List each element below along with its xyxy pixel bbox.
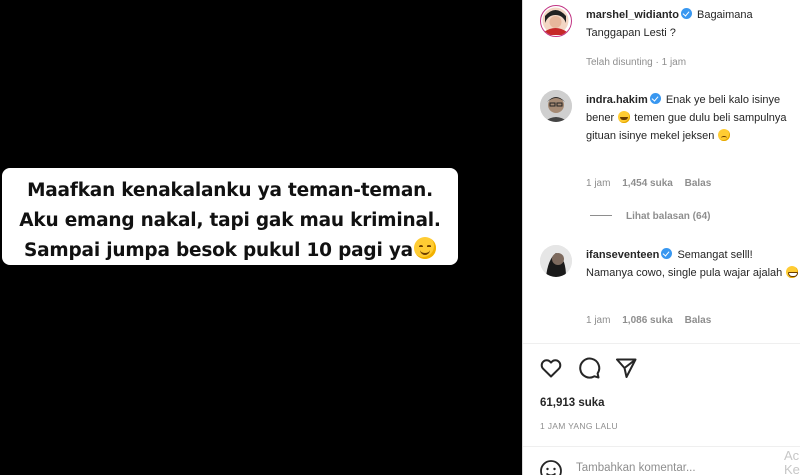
- comment-input[interactable]: Tambahkan komentar...: [576, 462, 696, 474]
- grinning-emoji-icon: [786, 266, 799, 278]
- smiley-icon[interactable]: [539, 459, 563, 475]
- comment-username[interactable]: indra.hakim: [586, 94, 648, 106]
- commenter-avatar-icon: [540, 245, 572, 277]
- comment-meta: 1 jam 1,454 suka Balas: [586, 178, 720, 189]
- comment-text-part-2: temen gue dulu beli sampulnya gituan isi…: [586, 112, 787, 142]
- activation-overlay-text: Ac Ke: [784, 449, 800, 475]
- caption-line-2: Aku emang nakal, tapi gak mau kriminal.: [19, 210, 441, 231]
- share-icon[interactable]: [614, 356, 638, 380]
- panel-divider: [522, 0, 523, 475]
- verified-badge-icon: [661, 248, 673, 259]
- comment-time: 1 jam: [586, 315, 611, 326]
- post-media: Maafkan kenakalanku ya teman-teman. Aku …: [0, 0, 522, 475]
- reply-button[interactable]: Balas: [685, 315, 712, 326]
- author-avatar-icon: [542, 7, 569, 35]
- comment-time: 1 jam: [586, 178, 611, 189]
- caption-line-1: Maafkan kenakalanku ya teman-teman.: [27, 180, 433, 201]
- overlay-line-2: Ke: [784, 462, 800, 475]
- reply-button[interactable]: Balas: [685, 178, 712, 189]
- comment-item: indra.hakim Enak ye beli kalo isinye ben…: [540, 90, 800, 200]
- comment-meta: 1 jam 1,086 suka Balas: [586, 315, 720, 326]
- post-author-username[interactable]: marshel_widianto: [586, 9, 679, 21]
- actions-divider: [523, 343, 800, 344]
- avatar[interactable]: [540, 90, 572, 122]
- smiling-face-emoji-icon: [413, 237, 436, 259]
- avatar[interactable]: [540, 5, 572, 37]
- likes-count[interactable]: 61,913 suka: [540, 397, 605, 409]
- verified-badge-icon: [649, 93, 661, 104]
- commenter-avatar-icon: [540, 90, 572, 122]
- post-time-ago: 1 JAM YANG LALU: [540, 421, 618, 431]
- comment-item: ifanseventeen Semangat selll! Namanya co…: [540, 245, 800, 335]
- view-replies-button[interactable]: Lihat balasan (64): [590, 211, 710, 222]
- edited-label: Telah disunting · 1 jam: [586, 57, 687, 68]
- avatar[interactable]: [540, 245, 572, 277]
- caption-line-3: Sampai jumpa besok pukul 10 pagi ya: [2, 236, 458, 266]
- laughing-emoji-icon: [618, 111, 631, 123]
- comment-likes[interactable]: 1,086 suka: [622, 315, 673, 326]
- heart-icon[interactable]: [539, 356, 563, 380]
- view-replies-label: Lihat balasan (64): [626, 211, 711, 222]
- post-caption: marshel_widianto Bagaimana Tanggapan Les…: [540, 5, 800, 75]
- sad-emoji-icon: [718, 129, 731, 141]
- comment-username[interactable]: ifanseventeen: [586, 249, 659, 261]
- overlay-line-1: Ac: [784, 448, 800, 463]
- post-meta: Telah disunting · 1 jam: [586, 57, 689, 68]
- verified-badge-icon: [680, 8, 692, 19]
- comment-input-divider: [523, 446, 800, 447]
- comment-likes[interactable]: 1,454 suka: [622, 178, 673, 189]
- replies-line: [590, 215, 612, 216]
- caption-card: Maafkan kenakalanku ya teman-teman. Aku …: [2, 168, 458, 265]
- comment-icon[interactable]: [577, 356, 601, 380]
